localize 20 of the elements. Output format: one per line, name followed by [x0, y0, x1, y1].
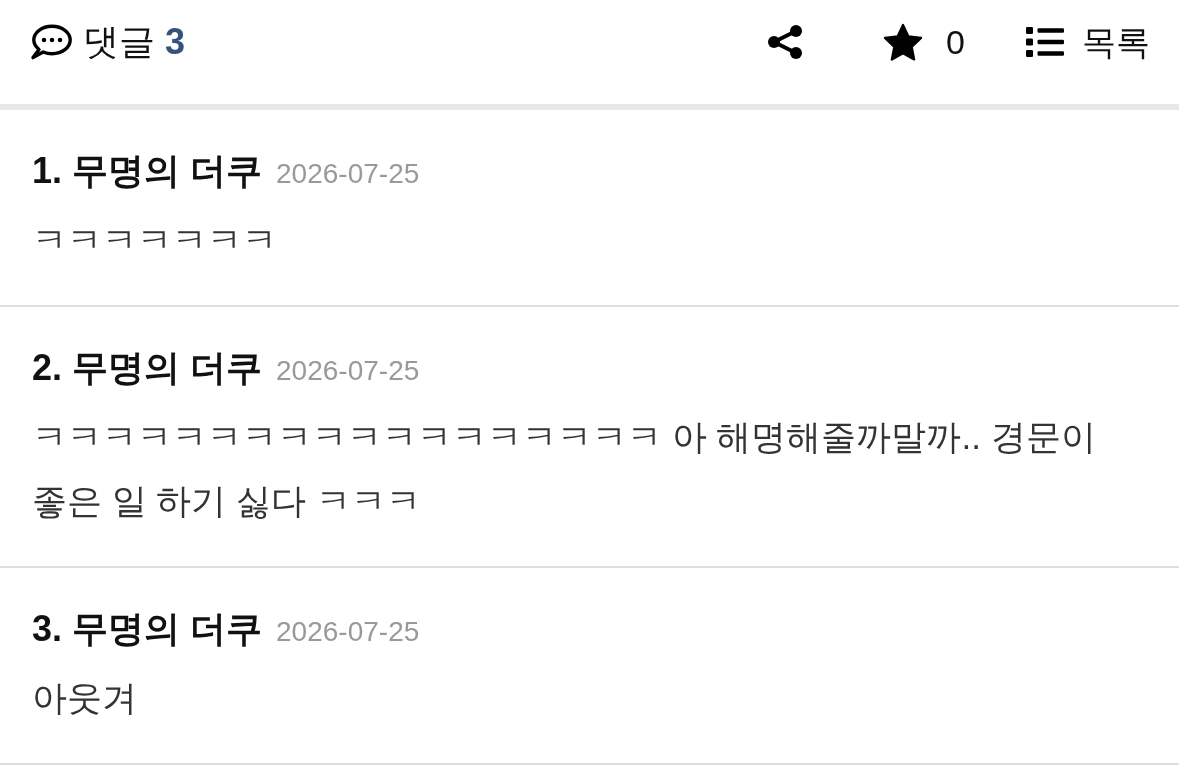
comment-date: 2026-07-25 — [276, 354, 420, 388]
star-button[interactable]: 0 — [883, 20, 965, 64]
comment-number: 1. — [32, 149, 63, 193]
star-icon — [883, 23, 924, 61]
author-name: 무명의 더쿠 — [72, 149, 263, 193]
comment-text: 아웃겨 — [32, 677, 138, 719]
list-button[interactable]: 목록 — [1026, 20, 1150, 64]
comment-count: 3 — [165, 20, 186, 64]
author-name: 무명의 더쿠 — [72, 607, 263, 651]
share-icon — [767, 24, 804, 60]
comment-text: ㅋㅋㅋㅋㅋㅋㅋ — [32, 219, 278, 261]
comment-number: 3. — [32, 607, 63, 651]
comment-date: 2026-07-25 — [276, 157, 420, 191]
comment-date: 2026-07-25 — [276, 615, 420, 649]
author-name: 무명의 더쿠 — [72, 346, 263, 390]
comments-label: 댓글 — [83, 20, 155, 64]
comment-number: 2. — [32, 346, 63, 390]
speech-bubble-icon — [30, 24, 72, 60]
comment-text: ㅋㅋㅋㅋㅋㅋㅋㅋㅋㅋㅋㅋㅋㅋㅋㅋㅋㅋ 아 해명해줄까말까.. 경문이 좋은 일 하기 싫다 ㅋㅋㅋ — [32, 416, 1097, 522]
list-icon — [1026, 27, 1064, 57]
